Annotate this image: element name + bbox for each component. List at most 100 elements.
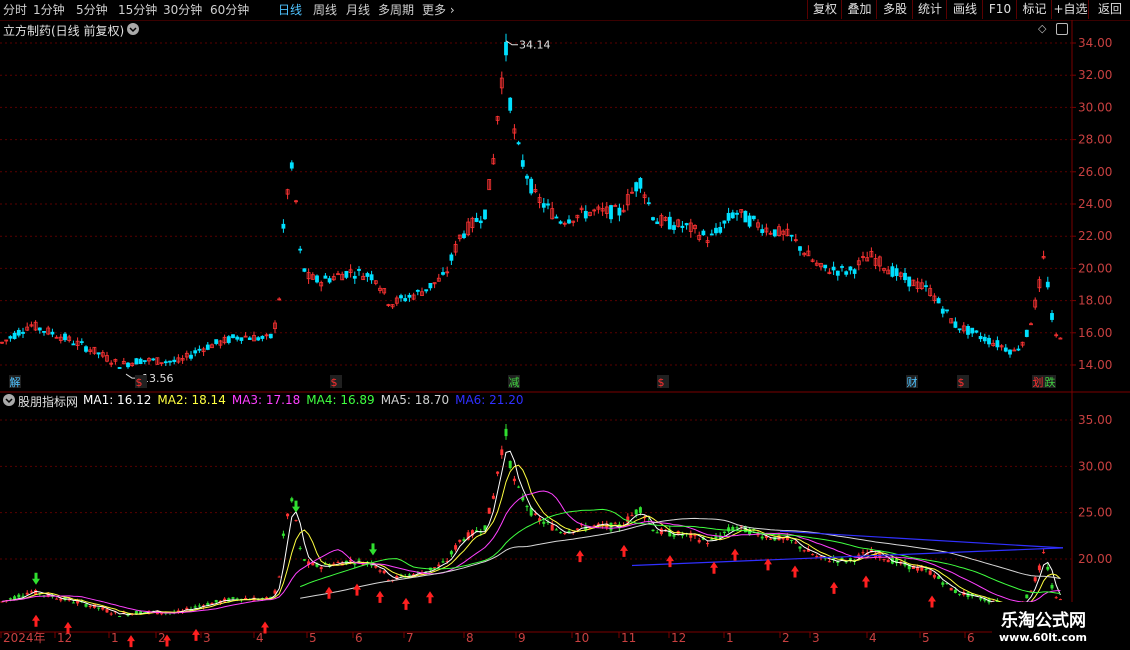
ind-candle-body (760, 536, 764, 539)
ind-candle-body (840, 557, 844, 559)
ind-candle-body (630, 515, 634, 517)
toolbar-button-1[interactable]: 叠加 (841, 0, 877, 19)
time-label-16: 3 (812, 631, 820, 645)
candle-body (924, 285, 928, 288)
toolbar-button-8[interactable]: 返回 (1088, 0, 1130, 19)
candle-body (890, 266, 895, 277)
chart-canvas[interactable]: 34.00 32.00 30.00 28.00 26.00 24.00 22.00 20.00… (0, 20, 1130, 650)
candle-body (651, 217, 655, 221)
candle-body (609, 205, 613, 220)
ind-candle-body (286, 513, 290, 517)
ind-candle-body (500, 449, 504, 456)
ind-candle-body (655, 532, 659, 534)
candle-body (966, 326, 970, 335)
period-8[interactable]: 月线 (346, 2, 370, 18)
maximize-icon[interactable] (1056, 23, 1068, 35)
candle-body (256, 337, 261, 341)
toolbar-button-5[interactable]: F10 (982, 0, 1017, 19)
period-1[interactable]: 1分钟 (33, 2, 65, 18)
period-4[interactable]: 30分钟 (163, 2, 202, 18)
candle-body (504, 41, 508, 56)
event-marker-text: $ (136, 376, 143, 389)
indicator-tick-label: 35.00 (1078, 413, 1112, 427)
toolbar-button-4[interactable]: 画线 (946, 0, 983, 19)
candle-body (852, 269, 857, 274)
candle-body (37, 327, 42, 331)
period-7[interactable]: 周线 (313, 2, 337, 18)
period-3[interactable]: 15分钟 (118, 2, 157, 18)
price-tick-label: 16.00 (1078, 326, 1112, 340)
ind-candle-body (508, 461, 512, 469)
candle-body (667, 216, 672, 230)
period-5[interactable]: 60分钟 (210, 2, 249, 18)
toolbar-button-7[interactable]: +自选 (1051, 0, 1089, 19)
candle-body (163, 361, 168, 364)
candle-body (260, 335, 265, 339)
diamond-icon[interactable]: ◇ (1038, 22, 1046, 35)
ind-candle-body (17, 594, 21, 598)
ind-candle-body (634, 509, 638, 515)
ind-candle-body (118, 616, 122, 618)
buy-arrow-17 (791, 565, 799, 578)
candle-body (558, 221, 563, 224)
candle-body (369, 274, 374, 281)
candle-body (214, 339, 219, 344)
ind-candle-body (697, 539, 701, 543)
candle-body (848, 266, 853, 271)
candle-body (151, 358, 156, 361)
ind-candle-body (458, 539, 462, 542)
ind-candle-body (378, 570, 382, 572)
toolbar-button-0[interactable]: 复权 (807, 0, 842, 19)
toolbar-button-6[interactable]: 标记 (1016, 0, 1052, 19)
candle-body (268, 333, 273, 339)
event-marker-0: 解 (9, 375, 21, 389)
ind-candle-body (8, 598, 12, 600)
ind-candle-body (882, 559, 886, 561)
candle-body (789, 234, 794, 237)
candle-body (974, 330, 979, 333)
toolbar-button-3[interactable]: 统计 (912, 0, 947, 19)
ind-candle-body (454, 545, 458, 550)
candle-body (730, 212, 735, 219)
ind-candle-body (374, 566, 378, 568)
candle-body (117, 367, 122, 369)
candle-body (226, 336, 231, 343)
candle-body (982, 336, 987, 342)
ma-readout-6: MA6: 21.20 (455, 393, 524, 407)
ind-candle-body (302, 559, 306, 561)
candle-body (247, 337, 252, 340)
candle-body (945, 309, 949, 312)
price-tick-label: 24.00 (1078, 197, 1112, 211)
ind-candle-body (802, 550, 806, 552)
period-0[interactable]: 分时 (3, 2, 27, 18)
ind-candle-body (815, 555, 819, 558)
toolbar-button-2[interactable]: 多股 (876, 0, 913, 19)
event-marker-6: $ (957, 375, 969, 389)
candle-body (743, 210, 748, 223)
title-dropdown-icon[interactable] (127, 23, 139, 35)
period-2[interactable]: 5分钟 (76, 2, 108, 18)
buy-arrow-9 (402, 597, 410, 610)
period-9[interactable]: 多周期 (378, 2, 414, 18)
ind-candle-body (491, 495, 495, 499)
ind-candle-body (231, 597, 235, 599)
candle-body (42, 330, 46, 333)
ind-candle-body (1050, 584, 1054, 589)
period-6[interactable]: 日线 (278, 2, 302, 18)
candle-body (978, 336, 983, 340)
buy-arrow-12 (620, 544, 628, 557)
ind-candle-body (84, 604, 88, 607)
ind-candle-body (525, 505, 529, 508)
period-10[interactable]: 更多 › (422, 2, 455, 18)
ind-candle-body (214, 599, 218, 603)
ind-candle-body (504, 428, 508, 437)
ind-candle-body (449, 551, 453, 555)
candle-body (844, 271, 849, 275)
candle-body (21, 331, 25, 334)
candle-body (529, 178, 534, 194)
ind-candle-body (109, 613, 113, 615)
indicator-candles (0, 423, 1062, 618)
ind-candle-body (559, 532, 563, 534)
time-label-12: 11 (621, 631, 636, 645)
indicator-dropdown-icon[interactable] (3, 394, 15, 406)
